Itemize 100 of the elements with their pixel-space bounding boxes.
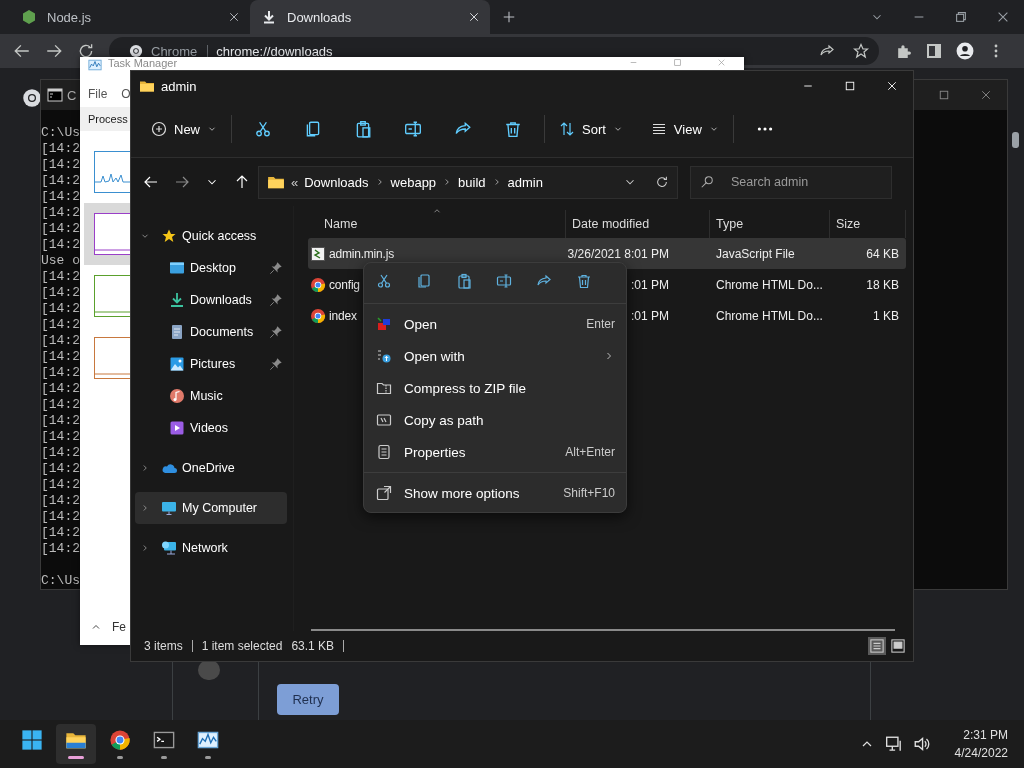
volume-icon[interactable] [912,735,931,753]
copy-icon[interactable] [416,273,432,289]
browser-tab[interactable]: Node.js [10,0,250,34]
console-line: [14:2 [41,397,80,413]
toggle-knob[interactable] [198,660,220,680]
new-button[interactable]: New [143,115,225,143]
type-cell: Chrome HTML Do... [716,308,823,323]
script-file-icon [310,245,326,262]
rename-icon[interactable] [496,273,512,289]
rename-icon[interactable] [404,120,422,138]
console-line: [14:2 [41,317,80,333]
desktop-icon [169,260,185,276]
show-more-icon [376,485,392,501]
copy-icon[interactable] [304,120,322,138]
network-icon [161,540,177,556]
forward-icon[interactable] [45,42,63,60]
sort-button[interactable]: Sort [551,115,631,143]
nav-item[interactable]: Quick access [135,220,287,252]
pin-icon [269,261,283,275]
back-icon[interactable] [13,42,31,60]
console-line: Use o [41,253,80,269]
pin-icon [269,293,283,307]
close-icon[interactable] [996,10,1010,24]
date-cell: :01 PM [631,277,669,292]
paste-icon[interactable] [354,120,372,138]
back-icon[interactable] [143,174,159,190]
date-cell: 3/26/2021 8:01 PM [567,246,669,261]
size-cell: 18 KB [866,277,899,292]
taskbar-app[interactable] [56,724,96,764]
cut-icon[interactable] [254,120,272,138]
delete-icon[interactable] [576,273,592,289]
nav-item[interactable]: Documents [135,316,287,348]
menu-item[interactable]: Open Enter [364,308,626,340]
view-toggle[interactable] [868,637,886,655]
breadcrumb[interactable]: build [458,174,486,190]
up-icon[interactable] [234,174,250,190]
paste-icon[interactable] [456,273,472,289]
cut-icon[interactable] [376,273,392,289]
scrollbar[interactable] [311,629,895,631]
breadcrumb[interactable]: webapp [390,174,437,190]
search-field[interactable]: Search admin [690,165,892,199]
nav-item[interactable]: Videos [135,412,287,444]
nav-item[interactable]: Downloads [135,284,287,316]
profile-icon[interactable] [956,42,974,60]
shortcut-text: Shift+F10 [563,486,615,500]
forward-icon[interactable] [174,174,190,190]
shortcut-text: Enter [586,317,615,331]
browser-tab[interactable]: Downloads [250,0,490,34]
graph-item[interactable] [84,203,130,265]
nav-item[interactable]: Network [135,532,287,564]
puzzle-icon[interactable] [895,42,912,60]
nav-item[interactable]: My Computer [135,492,287,524]
breadcrumb[interactable]: Downloads [304,174,369,190]
sidebar-icon[interactable] [926,43,942,59]
console-line: [14:2 [41,477,80,493]
browser-logo-icon [129,44,143,58]
console-line: [14:2 [41,221,80,237]
file-name[interactable]: config [329,277,360,292]
view-button[interactable]: View [642,115,727,143]
menu-item[interactable]: Properties Alt+Enter [364,436,626,468]
details-toggle[interactable]: Fe [112,620,126,634]
refresh-icon[interactable] [655,175,669,189]
type-cell: JavaScript File [716,246,795,261]
breadcrumb[interactable]: admin [507,174,543,190]
address-bar[interactable]: « Downloads webapp build admin [258,165,678,199]
nav-item[interactable]: Desktop [135,252,287,284]
nav-item[interactable]: OneDrive [135,452,287,484]
browser-logo-icon [310,276,326,293]
menu-item[interactable]: Copy as path [364,404,626,436]
star-icon[interactable] [853,43,869,59]
date-cell: :01 PM [631,308,669,323]
tab[interactable]: Process [88,113,128,125]
console-line: [14:2 [41,445,80,461]
new-tab-icon[interactable] [502,10,516,24]
view-toggle[interactable] [889,637,907,655]
menu-item[interactable]: File [88,87,108,101]
menu-item[interactable]: O [121,87,131,101]
monitor-icon [161,500,177,516]
overflow-mark[interactable]: « [291,174,299,190]
menu-item[interactable]: Show more options Shift+F10 [364,477,626,509]
file-name[interactable]: index [329,308,357,323]
menu-item[interactable]: Open with [364,340,626,372]
console-line: C:\Us [41,125,80,141]
size-cell: 1 KB [873,308,899,323]
console-line: [14:2 [41,173,80,189]
restore-icon[interactable] [954,10,968,24]
console-line: [14:2 [41,333,80,349]
nav-item[interactable]: Music [135,380,287,412]
retry-button[interactable]: Retry [277,684,339,715]
file-name: admin.min.js [329,246,394,261]
clock-date: 4/24/2022 [954,746,1008,760]
plus-circle-icon [151,121,167,137]
reload-icon[interactable] [77,42,95,60]
close-icon[interactable] [228,11,240,23]
delete-icon[interactable] [504,120,522,138]
menu-item[interactable]: Compress to ZIP file [364,372,626,404]
console-line: [14:2 [41,189,80,205]
nav-item[interactable]: Pictures [135,348,287,380]
tiles-view-icon [891,639,905,653]
network-icon[interactable] [884,735,903,753]
